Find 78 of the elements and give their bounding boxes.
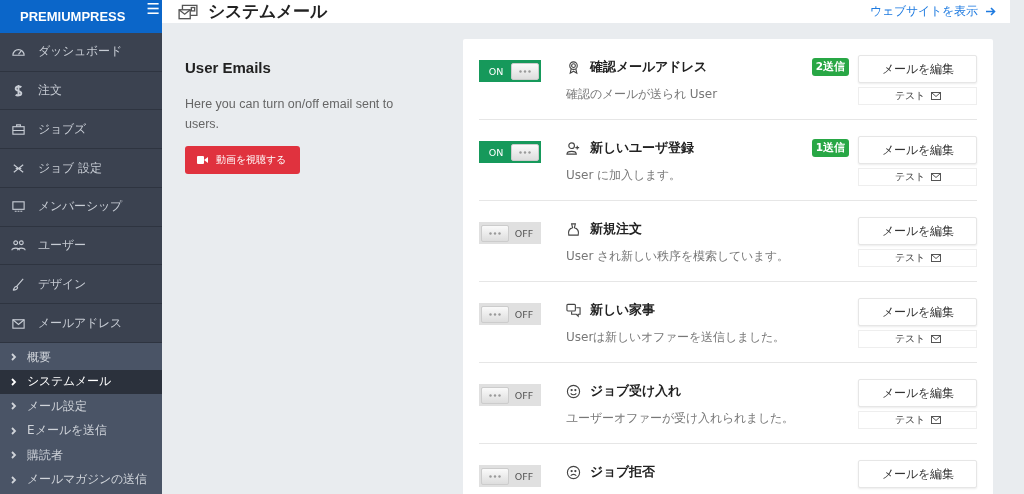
envelope-icon: [930, 173, 941, 181]
edit-email-button[interactable]: メールを編集: [858, 136, 977, 164]
email-title: 新しいユーザ登録: [590, 140, 694, 157]
chevron-icon: [11, 426, 17, 435]
brush-icon: [11, 276, 26, 292]
chevron-icon: [11, 353, 17, 362]
toggle-switch[interactable]: OFF: [479, 222, 541, 244]
dots-icon: [489, 231, 501, 235]
submenu-item[interactable]: システムメール: [0, 369, 162, 395]
email-description: User に加入します。: [566, 167, 683, 184]
envelope-icon: [930, 92, 941, 100]
toggle-switch[interactable]: ON: [479, 60, 541, 82]
email-title: ジョブ拒否: [590, 464, 655, 481]
chevron-icon: [11, 377, 17, 386]
briefcase-icon: [11, 121, 26, 137]
sidebar-item[interactable]: デザイン: [0, 265, 162, 305]
edit-email-button[interactable]: メールを編集: [858, 217, 977, 245]
test-button[interactable]: テスト: [858, 411, 977, 429]
frown-icon: [566, 465, 581, 480]
test-button[interactable]: テスト: [858, 330, 977, 348]
smile-icon: [566, 384, 581, 399]
bag-icon: [566, 222, 581, 237]
page-title: システムメール: [208, 0, 327, 23]
email-title: 新規注文: [590, 221, 642, 238]
test-button[interactable]: テスト: [858, 168, 977, 186]
envelope-icon: [930, 416, 941, 424]
arrow-icon: [986, 7, 996, 16]
sent-count-badge: 1送信: [811, 139, 849, 157]
email-description: 確認のメールが送られ User: [566, 86, 719, 103]
sidebar-item[interactable]: ユーザー: [0, 226, 162, 266]
chevron-icon: [11, 451, 17, 460]
dots-icon: [489, 393, 501, 397]
email-title: ジョブ受け入れ: [590, 383, 681, 400]
dots-icon: [519, 69, 531, 73]
dots-icon: [489, 474, 501, 478]
edit-email-button[interactable]: メールを編集: [858, 460, 977, 488]
edit-email-button[interactable]: メールを編集: [858, 379, 977, 407]
submenu-item[interactable]: メール設定: [0, 394, 162, 419]
toggle-switch[interactable]: ON: [479, 141, 541, 163]
chevron-icon: [11, 402, 17, 411]
email-title: 確認メールアドレス: [590, 59, 707, 76]
award-icon: [566, 60, 581, 75]
test-button[interactable]: テスト: [858, 249, 977, 267]
menu-icon[interactable]: ☰: [146, 2, 160, 17]
envelope-icon: [930, 335, 941, 343]
view-website-link[interactable]: ウェブサイトを表示: [870, 3, 996, 20]
envelope-icon: [930, 254, 941, 262]
dots-icon: [489, 312, 501, 316]
edit-email-button[interactable]: メールを編集: [858, 55, 977, 83]
sidebar-item[interactable]: ジョブズ: [0, 110, 162, 150]
video-camera-icon: [197, 156, 208, 164]
toggle-switch[interactable]: OFF: [479, 465, 541, 487]
submenu-item[interactable]: メールマガジンの送信: [0, 467, 162, 493]
email-description: User され新しい秩序を模索しています。: [566, 248, 791, 265]
submenu-item[interactable]: 概要: [0, 345, 162, 370]
user-plus-icon: [566, 141, 581, 156]
submenu-item[interactable]: Eメールを送信: [0, 418, 162, 444]
test-button[interactable]: テスト: [858, 87, 977, 105]
chevron-icon: [11, 475, 17, 484]
dots-icon: [519, 150, 531, 154]
toggle-switch[interactable]: OFF: [479, 384, 541, 406]
email-description: ユーザーオファーが受け入れられました。: [566, 410, 795, 427]
sent-count-badge: 2送信: [811, 58, 849, 76]
edit-email-button[interactable]: メールを編集: [858, 298, 977, 326]
envelopes-icon: [178, 2, 198, 21]
watch-video-button[interactable]: 動画を視聴する: [185, 146, 300, 174]
sidebar-item[interactable]: ジョブ 設定: [0, 149, 162, 188]
sidebar-item[interactable]: 注文: [0, 71, 162, 111]
chat-icon: [566, 303, 581, 318]
section-title: User Emails: [185, 59, 271, 76]
email-description: Userは新しいオファーを送信しました。: [566, 329, 787, 346]
toggle-switch[interactable]: OFF: [479, 303, 541, 325]
section-description: Here you can turn on/off email sent to users.: [185, 96, 395, 133]
submenu-item[interactable]: 購読者: [0, 443, 162, 468]
sidebar-item[interactable]: ダッシュボード: [0, 32, 162, 72]
email-title: 新しい家事: [590, 302, 655, 319]
sidebar-item[interactable]: メンバーシップ: [0, 187, 162, 227]
logo-text: PREMIUMPRESS: [20, 8, 126, 24]
